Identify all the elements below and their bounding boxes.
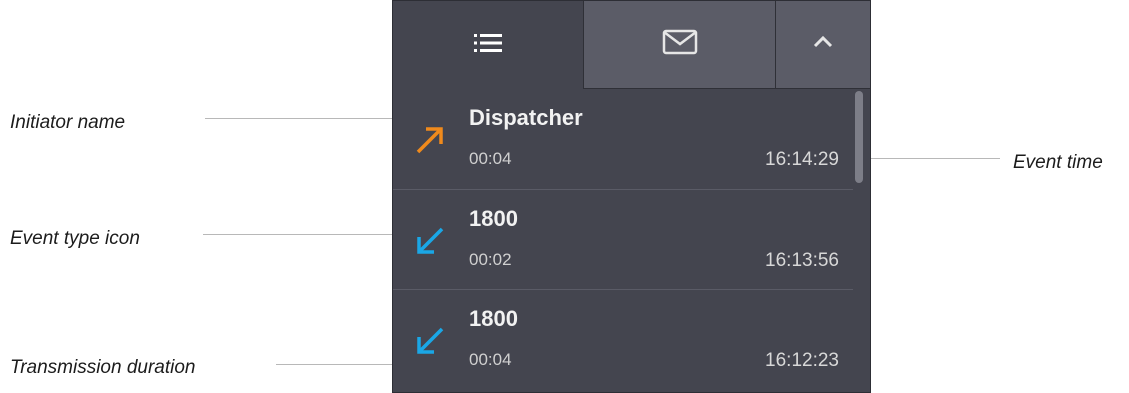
transmission-duration: 00:04 — [469, 350, 512, 369]
event-row[interactable]: Dispatcher 00:04 16:14:29 — [393, 89, 853, 189]
leader-line-event-type-icon — [203, 234, 413, 235]
callout-event-type-icon: Event type icon — [10, 228, 140, 249]
arrow-down-left-icon — [413, 324, 447, 358]
initiator-name: 1800 — [469, 306, 518, 331]
event-row[interactable]: 1800 00:04 16:12:23 — [393, 289, 853, 389]
initiator-name: 1800 — [469, 206, 518, 231]
event-history-panel: Dispatcher 00:04 16:14:29 1800 00:02 16:… — [392, 0, 871, 393]
transmission-duration: 00:02 — [469, 250, 512, 269]
event-time: 16:14:29 — [765, 149, 839, 170]
event-time: 16:12:23 — [765, 350, 839, 371]
tab-messages[interactable] — [583, 1, 775, 89]
transmission-duration: 00:04 — [469, 149, 512, 168]
tab-event-list[interactable] — [393, 1, 583, 89]
scrollbar-thumb[interactable] — [855, 91, 863, 183]
collapse-panel-button[interactable] — [775, 1, 870, 89]
initiator-name: Dispatcher — [469, 105, 583, 130]
panel-tab-bar — [393, 1, 870, 89]
arrow-up-right-icon — [413, 123, 447, 157]
event-row[interactable]: 1800 00:02 16:13:56 — [393, 189, 853, 289]
mail-icon — [662, 29, 698, 60]
callout-initiator-name: Initiator name — [10, 112, 126, 133]
list-icon — [472, 32, 504, 59]
callout-event-time: Event time — [1013, 152, 1103, 173]
event-time: 16:13:56 — [765, 250, 839, 271]
arrow-down-left-icon — [413, 224, 447, 258]
chevron-up-icon — [812, 35, 834, 54]
callout-transmission-duration: Transmission duration — [10, 357, 196, 378]
